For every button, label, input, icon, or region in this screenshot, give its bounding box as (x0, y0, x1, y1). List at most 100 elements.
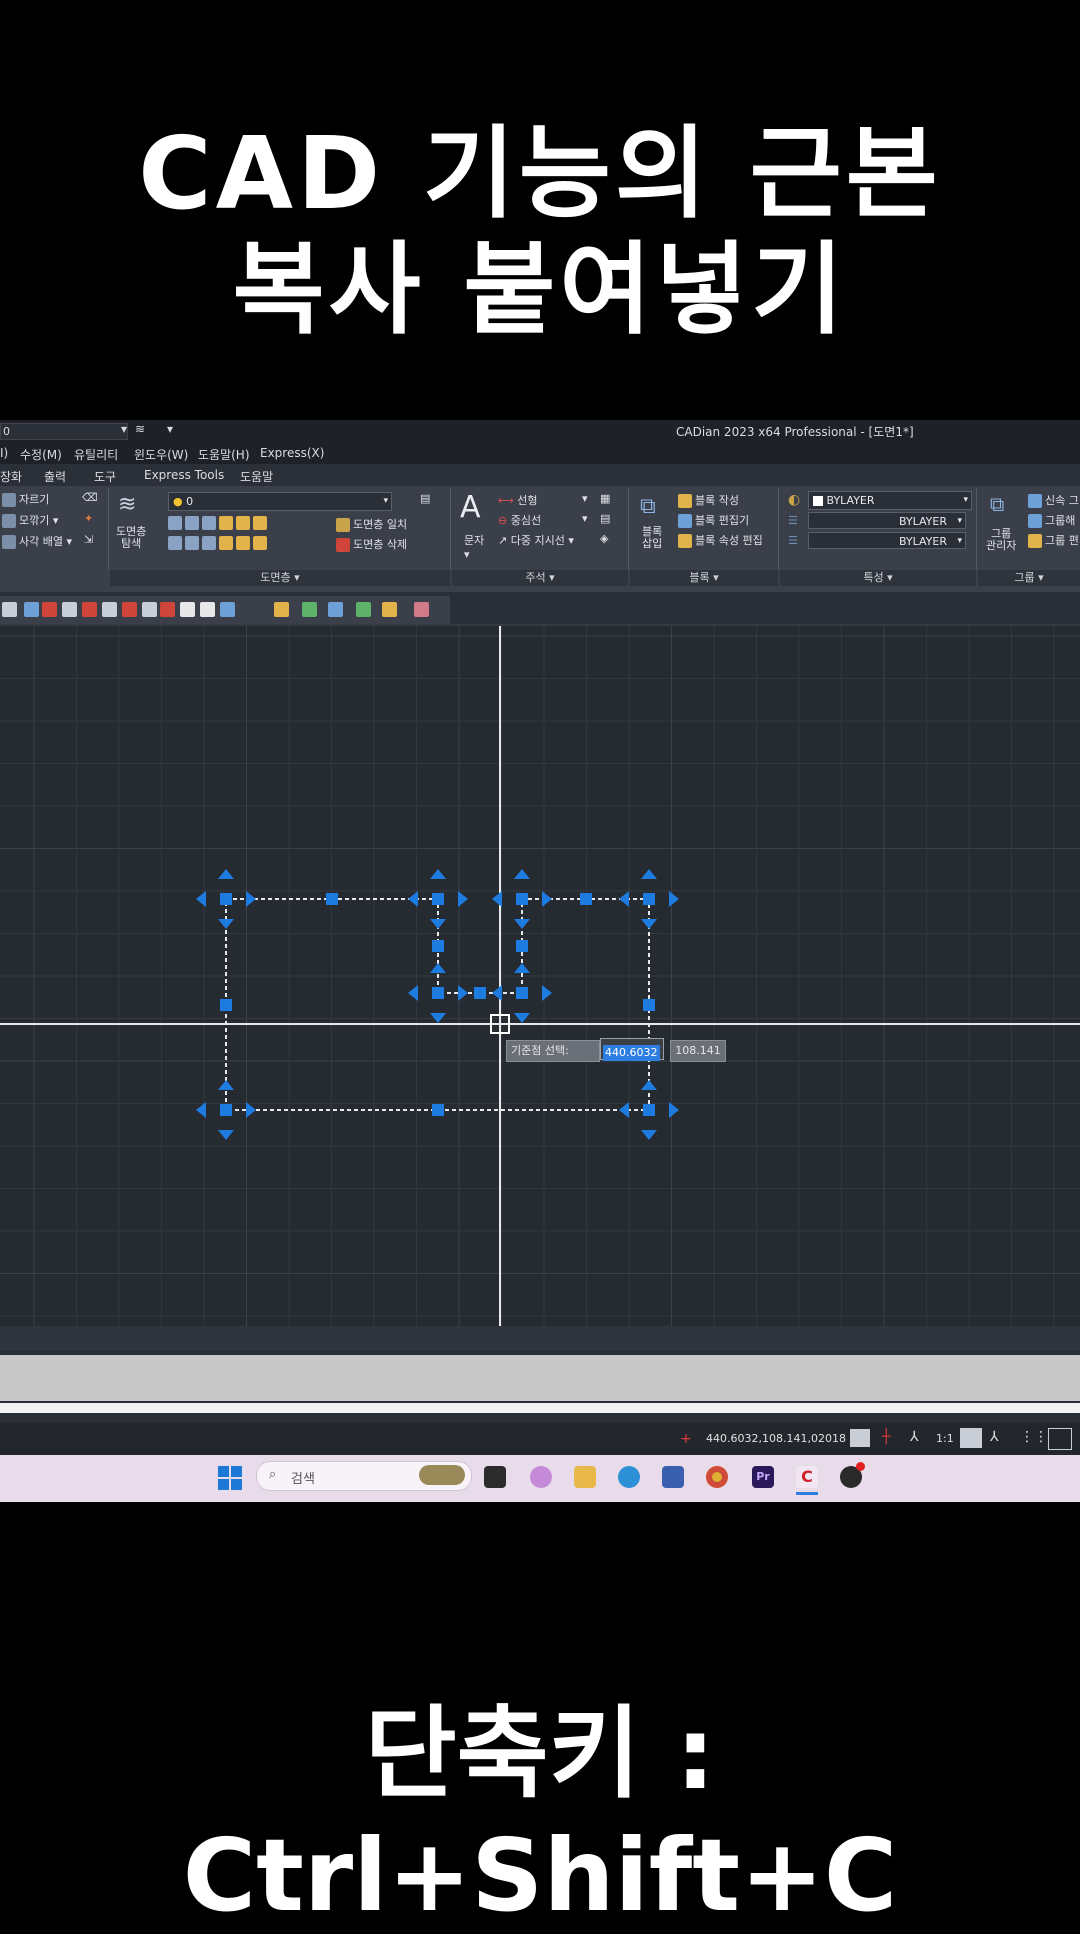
grip-arrow[interactable] (641, 869, 657, 879)
customize-icon[interactable]: ⋮⋮ (1020, 1429, 1048, 1445)
menu-item[interactable]: I) (0, 446, 8, 460)
panel-title-block[interactable]: 블록 ▾ (630, 570, 778, 586)
edge-icon[interactable] (618, 1466, 640, 1488)
grip-square[interactable] (643, 999, 655, 1011)
block-insert-icon[interactable]: ⧉ (640, 494, 656, 519)
grip-square[interactable] (516, 940, 528, 952)
grip-arrow[interactable] (619, 891, 629, 907)
cadian-icon[interactable]: C (796, 1466, 818, 1488)
chevron-down-icon[interactable]: ▾ (464, 548, 470, 561)
stretch-icon[interactable]: ⇲ (84, 533, 93, 546)
explode-icon[interactable]: ✦ (84, 512, 93, 525)
grip-arrow[interactable] (458, 985, 468, 1001)
layer-delete-tool[interactable]: 도면층 삭제 (336, 536, 407, 552)
drawing-canvas[interactable]: 기준점 선택: 440.6032 108.141 (0, 626, 1080, 1326)
group-manager-button[interactable]: 그룹 관리자 (986, 528, 1016, 552)
qat-layer-combo[interactable]: 0 (0, 423, 128, 440)
markup-icon[interactable]: ▤ (600, 512, 610, 525)
panel-title-layer[interactable]: 도면층 ▾ (110, 570, 450, 586)
trim-tool[interactable]: 자르기 (2, 491, 49, 507)
chevron-down-icon[interactable]: ▾ (582, 492, 588, 505)
grip-arrow[interactable] (514, 963, 530, 973)
tool-icon[interactable] (122, 602, 137, 617)
grip-arrow[interactable] (641, 1130, 657, 1140)
lineweight-combo[interactable]: BYLAYER ▾ (808, 532, 966, 549)
tool-icon[interactable] (102, 602, 117, 617)
grip-arrow[interactable] (669, 1102, 679, 1118)
color-combo[interactable]: BYLAYER ▾ (808, 491, 972, 510)
tool-icon[interactable] (274, 602, 289, 617)
fullscreen-icon[interactable] (1048, 1428, 1072, 1450)
panel-title-group[interactable]: 그룹 ▾ (978, 570, 1080, 586)
grip-square[interactable] (516, 893, 528, 905)
grip-arrow[interactable] (458, 891, 468, 907)
copilot-icon[interactable] (530, 1466, 552, 1488)
chevron-down-icon[interactable]: ▾ (582, 512, 588, 525)
block-editor-tool[interactable]: 블록 편집기 (678, 512, 749, 528)
grip-arrow[interactable] (430, 919, 446, 929)
menu-item-utility[interactable]: 유틸리티 (74, 446, 118, 463)
grip-square[interactable] (580, 893, 592, 905)
task-view-icon[interactable] (484, 1466, 506, 1488)
tab-help[interactable]: 도움말 (240, 468, 273, 485)
grip-arrow[interactable] (430, 869, 446, 879)
grip-square[interactable] (474, 987, 486, 999)
tab-express-tools[interactable]: Express Tools (144, 468, 224, 482)
menu-item-window[interactable]: 윈도우(W) (134, 446, 188, 463)
linetype-combo[interactable]: BYLAYER ▾ (808, 512, 966, 529)
table-icon[interactable]: ▦ (600, 492, 610, 505)
tab-draw[interactable]: 장화 (0, 468, 22, 485)
grip-arrow[interactable] (246, 1102, 256, 1118)
tool-icon[interactable] (42, 602, 57, 617)
grip-square[interactable] (432, 1104, 444, 1116)
tool-icon[interactable] (24, 602, 39, 617)
group-manager-icon[interactable]: ⧉ (990, 492, 1004, 516)
premiere-pro-icon[interactable]: Pr (752, 1466, 774, 1488)
tool-icon[interactable] (62, 602, 77, 617)
grip-square[interactable] (326, 893, 338, 905)
grip-arrow[interactable] (218, 1130, 234, 1140)
match-properties-icon[interactable]: ◐ (788, 492, 800, 508)
rect-array-tool[interactable]: 사각 배열 ▾ (2, 533, 72, 549)
grip-arrow[interactable] (669, 891, 679, 907)
grip-arrow[interactable] (641, 919, 657, 929)
store-icon[interactable] (662, 1466, 684, 1488)
file-explorer-icon[interactable] (574, 1466, 596, 1488)
grip-square[interactable] (643, 893, 655, 905)
layer-explorer-button[interactable]: 도면층 탐색 (116, 526, 146, 550)
centerline-tool[interactable]: ⊖ 중심선 (498, 512, 541, 528)
text-button[interactable]: 문자 (464, 532, 484, 548)
tool-icon[interactable] (220, 602, 235, 617)
menu-item-help[interactable]: 도움말(H) (198, 446, 250, 463)
grip-arrow[interactable] (514, 919, 530, 929)
block-insert-button[interactable]: 블록 삽입 (642, 526, 662, 550)
tool-icon[interactable] (82, 602, 97, 617)
tool-icon[interactable] (180, 602, 195, 617)
tool-icon[interactable] (2, 602, 17, 617)
qat-customize-icon[interactable]: ▾ (162, 422, 178, 438)
text-icon[interactable]: A (460, 490, 481, 525)
annotation-visibility-icon[interactable]: ⅄ (910, 1429, 919, 1445)
panel-title-properties[interactable]: 특성 ▾ (780, 570, 976, 586)
grid-toggle-icon[interactable] (850, 1429, 870, 1447)
grip-arrow[interactable] (246, 891, 256, 907)
fillet-tool[interactable]: 모깎기 ▾ (2, 512, 58, 528)
layer-properties-icon[interactable]: ▤ (420, 492, 430, 505)
erase-icon[interactable]: ⌫ (82, 491, 98, 504)
grip-square[interactable] (220, 999, 232, 1011)
tool-icon[interactable] (302, 602, 317, 617)
multileader-tool[interactable]: ↗ 다중 지시선 ▾ (498, 532, 574, 548)
grip-square[interactable] (643, 1104, 655, 1116)
grip-square[interactable] (516, 987, 528, 999)
layer-tools-row-1[interactable] (168, 516, 270, 530)
grip-arrow[interactable] (492, 891, 502, 907)
tool-icon[interactable] (328, 602, 343, 617)
grip-arrow[interactable] (641, 1080, 657, 1090)
tool-icon[interactable] (200, 602, 215, 617)
layer-tools-row-2[interactable] (168, 536, 270, 550)
snap-icon[interactable]: ┼ (882, 1429, 890, 1445)
tool-icon[interactable] (382, 602, 397, 617)
windows-start-icon[interactable] (218, 1466, 242, 1490)
block-attribute-tool[interactable]: 블록 속성 편집 (678, 532, 763, 548)
grip-arrow[interactable] (218, 919, 234, 929)
